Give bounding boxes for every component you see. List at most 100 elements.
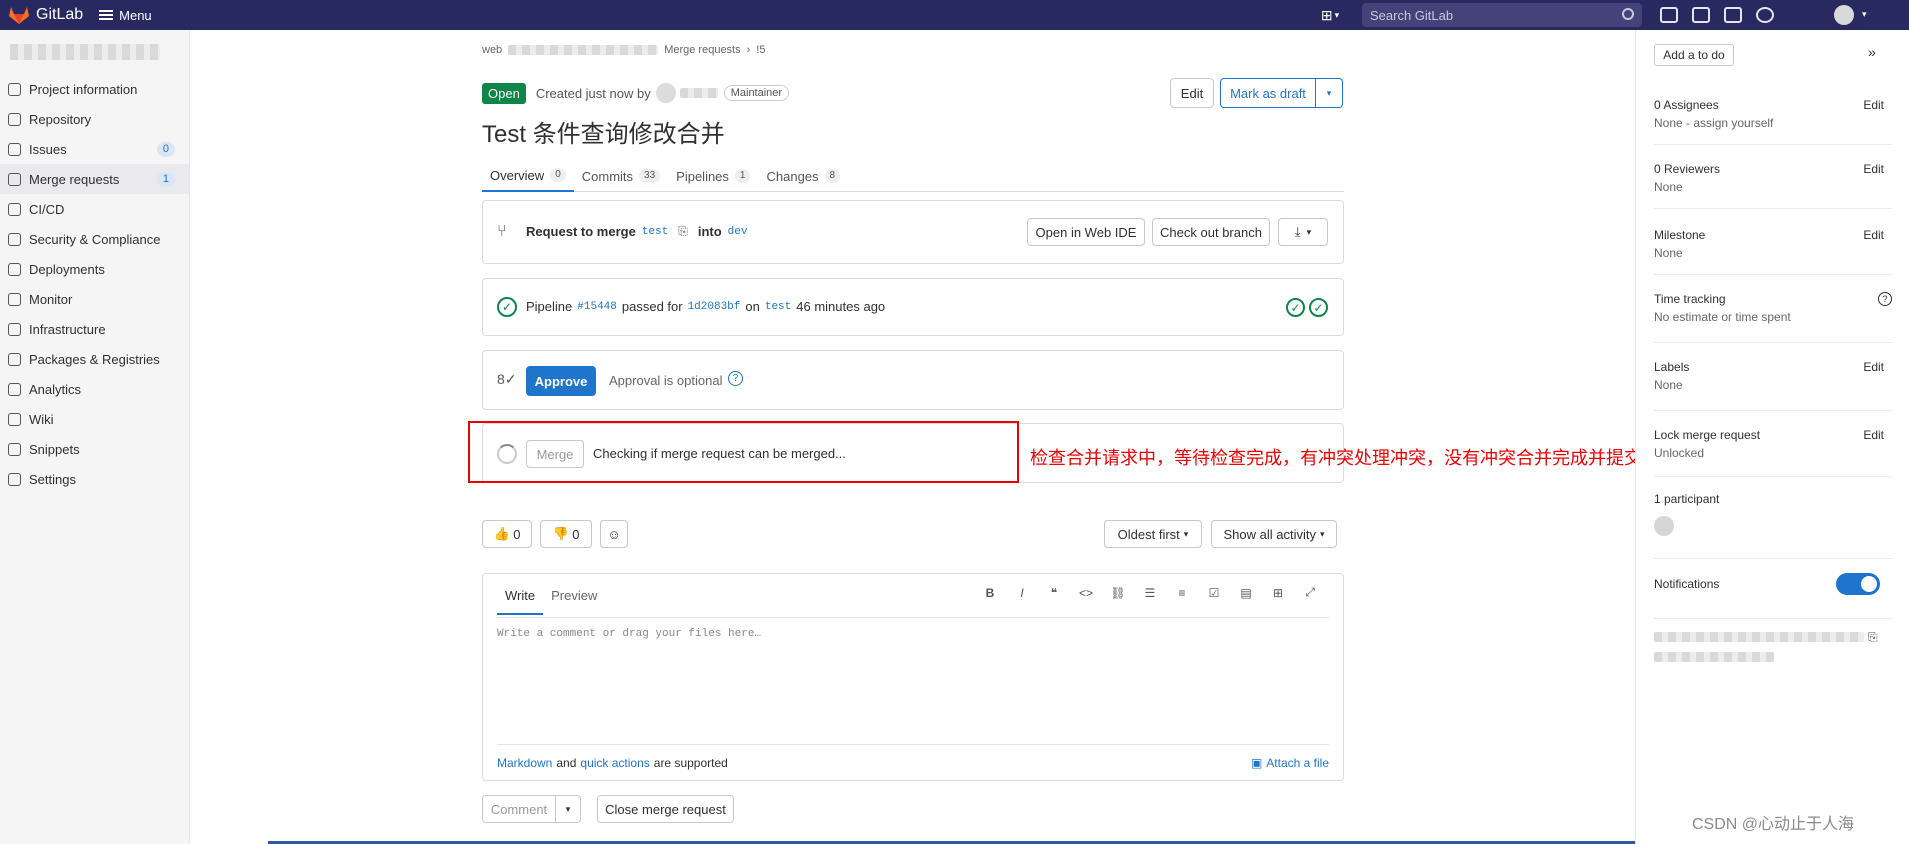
milestone-value: None xyxy=(1654,246,1683,260)
target-branch[interactable]: dev xyxy=(728,226,748,238)
tab-overview[interactable]: Overview 0 xyxy=(482,160,574,192)
copy-icon[interactable]: ⎘ xyxy=(678,224,688,239)
preview-tab[interactable]: Preview xyxy=(543,584,605,615)
sidebar-item-monitor[interactable]: Monitor xyxy=(0,284,189,314)
bold-icon[interactable]: B xyxy=(983,586,997,600)
menu-button[interactable]: Menu xyxy=(99,8,152,23)
divider xyxy=(1654,618,1892,619)
chevron-down-icon: ▾ xyxy=(1334,9,1340,20)
sidebar-item-repository[interactable]: Repository xyxy=(0,104,189,134)
quick-actions-link[interactable]: quick actions xyxy=(580,756,649,770)
thumbs-up-button[interactable]: 👍 0 xyxy=(482,520,532,548)
gitlab-logo[interactable]: GitLab xyxy=(8,5,83,25)
add-reaction-button[interactable]: ☺ xyxy=(600,520,628,548)
tab-pipelines[interactable]: Pipelines 1 xyxy=(668,160,758,192)
mark-as-draft-button[interactable]: Mark as draft xyxy=(1220,78,1316,108)
sidebar-item-issues[interactable]: Issues 0 xyxy=(0,134,189,164)
labels-edit-link[interactable]: Edit xyxy=(1863,360,1884,374)
user-avatar[interactable] xyxy=(1834,5,1854,25)
table-icon[interactable]: ⊞ xyxy=(1271,586,1285,600)
todos-icon[interactable] xyxy=(1724,7,1742,23)
italic-icon[interactable]: I xyxy=(1015,586,1029,600)
add-todo-button[interactable]: Add a to do xyxy=(1654,44,1734,66)
editor-footer-divider xyxy=(497,744,1329,745)
numbered-list-icon[interactable]: ≡ xyxy=(1175,586,1189,600)
question-icon[interactable]: ? xyxy=(728,371,743,386)
milestone-edit-link[interactable]: Edit xyxy=(1863,228,1884,242)
sort-dropdown[interactable]: Oldest first ▾ xyxy=(1104,520,1202,548)
sidebar-item-analytics[interactable]: Analytics xyxy=(0,374,189,404)
download-icon: ⤓ xyxy=(1294,224,1301,239)
copy-icon[interactable]: ⎘ xyxy=(1868,630,1878,645)
question-icon[interactable]: ? xyxy=(1878,292,1892,306)
merge-requests-shortcut-icon[interactable] xyxy=(1692,7,1710,23)
assignees-value[interactable]: None - assign yourself xyxy=(1654,116,1874,130)
breadcrumb-section[interactable]: Merge requests xyxy=(664,44,740,56)
comment-editor: Write Preview B I ❝ <> ⛓ ☰ ≡ ☑ ▤ ⊞ ⤢ Wri… xyxy=(482,573,1344,781)
breadcrumb-current[interactable]: !5 xyxy=(756,44,765,56)
edit-button[interactable]: Edit xyxy=(1170,78,1214,108)
sidebar-item-settings[interactable]: Settings xyxy=(0,464,189,494)
breadcrumb-root[interactable]: web xyxy=(482,44,502,56)
open-web-ide-button[interactable]: Open in Web IDE xyxy=(1027,218,1145,246)
sidebar-item-project-information[interactable]: Project information xyxy=(0,74,189,104)
pipeline-branch-link[interactable]: test xyxy=(765,301,791,313)
sidebar-item-snippets[interactable]: Snippets xyxy=(0,434,189,464)
sidebar-item-label: Repository xyxy=(29,111,92,127)
sidebar-item-infrastructure[interactable]: Infrastructure xyxy=(0,314,189,344)
project-header[interactable] xyxy=(0,30,189,74)
collapse-sidebar-icon[interactable]: » xyxy=(1868,44,1876,60)
sidebar-item-deployments[interactable]: Deployments xyxy=(0,254,189,284)
tab-changes[interactable]: Changes 8 xyxy=(758,160,848,192)
author-avatar[interactable] xyxy=(655,83,676,103)
sidebar-item-security-compliance[interactable]: Security & Compliance xyxy=(0,224,189,254)
comment-textarea[interactable]: Write a comment or drag your files here… xyxy=(497,628,1329,736)
sidebar-item-merge-requests[interactable]: Merge requests 1 xyxy=(0,164,189,194)
issues-shortcut-icon[interactable] xyxy=(1660,7,1678,23)
check-circle-icon[interactable]: ✓ xyxy=(497,297,517,317)
bullet-list-icon[interactable]: ☰ xyxy=(1143,586,1157,600)
approve-button[interactable]: Approve xyxy=(526,366,596,396)
sidebar-item-packages-registries[interactable]: Packages & Registries xyxy=(0,344,189,374)
write-tab[interactable]: Write xyxy=(497,584,544,615)
divider xyxy=(1654,476,1892,477)
task-list-icon[interactable]: ☑ xyxy=(1207,586,1221,600)
quote-icon[interactable]: ❝ xyxy=(1047,586,1061,600)
new-dropdown-button[interactable]: ⊞ ▾ xyxy=(1316,5,1344,25)
labels-section: Labels None Edit xyxy=(1654,360,1884,392)
collapsible-icon[interactable]: ▤ xyxy=(1239,586,1253,600)
help-icon[interactable] xyxy=(1756,7,1774,23)
chart-icon xyxy=(8,382,21,396)
sidebar-item-wiki[interactable]: Wiki xyxy=(0,404,189,434)
tab-commits[interactable]: Commits 33 xyxy=(574,160,668,192)
source-branch[interactable]: test xyxy=(642,226,668,238)
close-merge-request-button[interactable]: Close merge request xyxy=(597,795,734,823)
stage-passed-icon[interactable]: ✓ xyxy=(1286,298,1305,317)
lock-edit-link[interactable]: Edit xyxy=(1863,428,1884,442)
count-badge: 1 xyxy=(156,172,175,187)
chevron-down-icon: ▾ xyxy=(1862,9,1867,19)
draft-dropdown-button[interactable]: ▾ xyxy=(1316,78,1343,108)
chevron-down-icon: ▾ xyxy=(1306,226,1312,237)
link-icon[interactable]: ⛓ xyxy=(1110,586,1125,600)
sidebar-item-ci-cd[interactable]: CI/CD xyxy=(0,194,189,224)
assignees-edit-link[interactable]: Edit xyxy=(1863,98,1884,112)
comment-type-dropdown[interactable]: ▾ xyxy=(555,795,581,823)
search-input[interactable]: Search GitLab xyxy=(1362,3,1642,27)
attach-file-link[interactable]: ▣ Attach a file xyxy=(1251,756,1329,770)
code-icon[interactable]: <> xyxy=(1079,586,1093,600)
stage-passed-icon[interactable]: ✓ xyxy=(1309,298,1328,317)
fullscreen-icon[interactable]: ⤢ xyxy=(1303,585,1317,599)
comment-button[interactable]: Comment xyxy=(482,795,556,823)
notifications-toggle[interactable] xyxy=(1836,573,1880,595)
thumbs-down-button[interactable]: 👎 0 xyxy=(540,520,592,548)
activity-filter-dropdown[interactable]: Show all activity ▾ xyxy=(1211,520,1337,548)
check-out-branch-button[interactable]: Check out branch xyxy=(1152,218,1270,246)
download-dropdown-button[interactable]: ⤓ ▾ xyxy=(1278,218,1328,246)
pipeline-id-link[interactable]: #15448 xyxy=(577,301,617,313)
commit-sha-link[interactable]: 1d2083bf xyxy=(688,301,741,313)
participant-avatar[interactable] xyxy=(1654,516,1674,536)
divider xyxy=(1654,208,1892,209)
reviewers-edit-link[interactable]: Edit xyxy=(1863,162,1884,176)
markdown-link[interactable]: Markdown xyxy=(497,756,552,770)
